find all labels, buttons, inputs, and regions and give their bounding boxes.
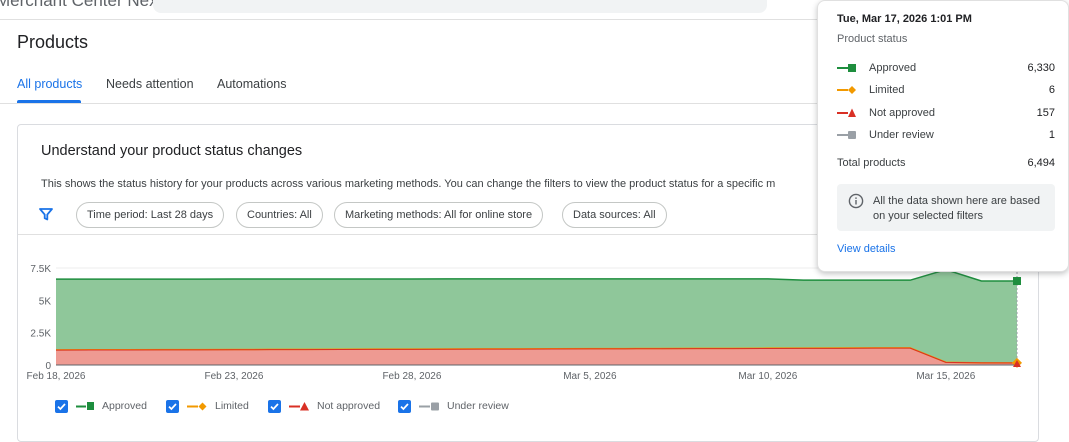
- square-marker-icon: [837, 131, 856, 139]
- legend-label: Under review: [447, 400, 509, 412]
- checkbox-not-approved[interactable]: [268, 399, 281, 413]
- tooltip-value: 6: [1048, 84, 1055, 96]
- legend-item-approved[interactable]: Approved: [55, 397, 147, 415]
- square-marker-icon: [76, 402, 94, 410]
- x-tick-label: Mar 5, 2026: [563, 371, 617, 382]
- tab-automations[interactable]: Automations: [217, 77, 286, 91]
- triangle-marker-icon: [289, 401, 309, 410]
- x-tick-label: Mar 10, 2026: [738, 371, 797, 382]
- x-tick-label: Feb 23, 2026: [204, 371, 263, 382]
- approved-point-marker: [1013, 277, 1021, 286]
- active-tab-indicator: [17, 100, 81, 103]
- y-tick-label: 7.5K: [30, 264, 51, 275]
- legend-item-under-review[interactable]: Under review: [398, 397, 509, 415]
- chart-tooltip: Tue, Mar 17, 2026 1:01 PM Product status…: [817, 0, 1069, 272]
- page-title: Products: [17, 32, 89, 52]
- search-bar[interactable]: [153, 0, 767, 13]
- tooltip-row-not-approved: Not approved 157: [837, 107, 1055, 121]
- tooltip-row-under-review: Under review 1: [837, 129, 1055, 143]
- x-tick-label: Feb 18, 2026: [27, 371, 86, 382]
- tooltip-row-limited: Limited 6: [837, 84, 1055, 98]
- triangle-marker-icon: [837, 108, 856, 117]
- legend-item-not-approved[interactable]: Not approved: [268, 397, 380, 415]
- tooltip-label: Approved: [869, 62, 917, 74]
- y-tick-label: 5K: [39, 296, 52, 307]
- tooltip-info-box: All the data shown here are based on you…: [837, 184, 1055, 231]
- tooltip-subtitle: Product status: [837, 33, 908, 45]
- diamond-marker-icon: [187, 402, 207, 410]
- tooltip-value: 6,330: [1027, 62, 1055, 74]
- not-approved-area: [56, 348, 1017, 365]
- checkbox-approved[interactable]: [55, 399, 68, 413]
- tooltip-total-value: 6,494: [1027, 157, 1055, 169]
- y-tick-label: 2.5K: [30, 329, 51, 340]
- square-marker-icon: [837, 64, 856, 72]
- legend-label: Not approved: [317, 400, 381, 412]
- tooltip-label: Limited: [869, 84, 905, 96]
- x-tick-label: Mar 15, 2026: [916, 371, 975, 382]
- legend-label: Approved: [102, 400, 147, 412]
- tooltip-label: Not approved: [869, 107, 936, 119]
- legend-item-limited[interactable]: Limited: [166, 397, 249, 415]
- tab-needs-attention[interactable]: Needs attention: [106, 77, 194, 91]
- tooltip-value: 157: [1036, 107, 1055, 119]
- checkbox-under-review[interactable]: [398, 399, 411, 413]
- tooltip-date: Tue, Mar 17, 2026 1:01 PM: [837, 13, 972, 25]
- tooltip-total-row: Total products 6,494: [837, 157, 1055, 171]
- info-icon: [848, 193, 864, 209]
- tooltip-value: 1: [1048, 129, 1055, 141]
- app-name: Merchant Center Next: [0, 0, 163, 10]
- tooltip-total-label: Total products: [837, 157, 906, 169]
- x-tick-label: Feb 28, 2026: [382, 371, 441, 382]
- tooltip-label: Under review: [869, 129, 934, 141]
- tooltip-info-text: All the data shown here are based on you…: [873, 195, 1040, 222]
- diamond-marker-icon: [837, 86, 856, 94]
- tab-all-products[interactable]: All products: [17, 77, 82, 91]
- legend-label: Limited: [215, 400, 249, 412]
- square-marker-icon: [419, 402, 439, 410]
- checkbox-limited[interactable]: [166, 399, 179, 413]
- view-details-link[interactable]: View details: [837, 243, 896, 255]
- tooltip-row-approved: Approved 6,330: [837, 62, 1055, 76]
